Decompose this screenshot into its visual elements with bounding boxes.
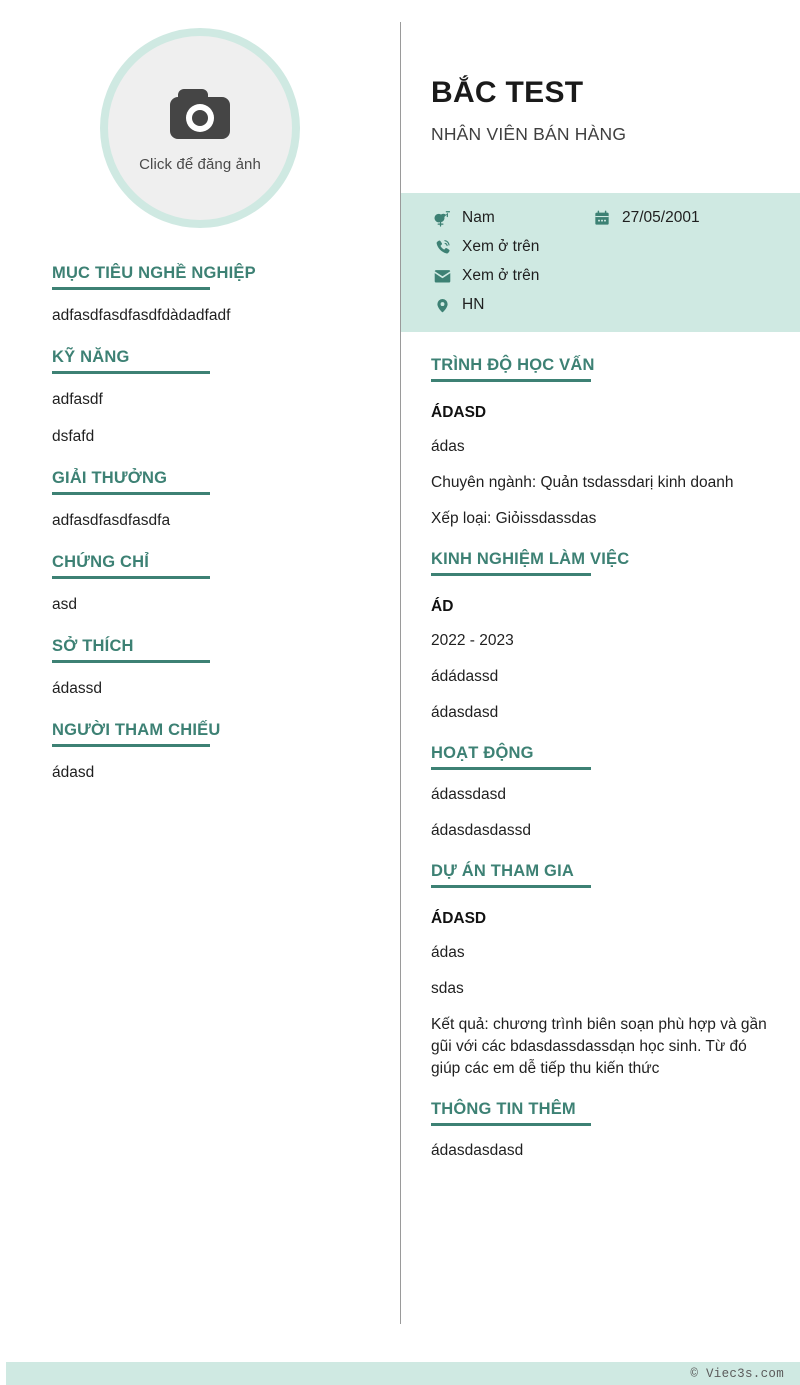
- photo-upload-caption: Click để đăng ảnh: [139, 156, 261, 173]
- section-activities: HOẠT ĐỘNG ádassdasd ádasdasdassd: [431, 744, 772, 842]
- section-heading: KỸ NĂNG: [52, 348, 130, 366]
- section-line: adfasdf: [52, 391, 103, 408]
- heading-underline: [52, 371, 210, 374]
- section-heading: DỰ ÁN THAM GIA: [431, 862, 574, 880]
- copyright-text: © Viec3s.com: [690, 1366, 784, 1381]
- heading-underline: [52, 576, 210, 579]
- section-heading: SỞ THÍCH: [52, 637, 134, 655]
- cv-two-column-body: Click để đăng ảnh MỤC TIÊU NGHỀ NGHIỆP a…: [0, 0, 800, 1340]
- section-line: asd: [52, 596, 77, 613]
- calendar-icon: [593, 209, 611, 227]
- section-awards: GIẢI THƯỞNG adfasdfasdfasdfa: [52, 469, 400, 532]
- heading-underline: [431, 1123, 591, 1126]
- heading-underline: [431, 573, 591, 576]
- section-heading: THÔNG TIN THÊM: [431, 1100, 576, 1118]
- contact-email-value: Xem ở trên: [462, 267, 540, 284]
- section-line: ádassdasd: [431, 786, 506, 803]
- job-title: NHÂN VIÊN BÁN HÀNG: [431, 124, 627, 144]
- heading-underline: [431, 379, 591, 382]
- section-references: NGƯỜI THAM CHIẾU ádasd: [52, 721, 400, 784]
- cv-page: Click để đăng ảnh MỤC TIÊU NGHỀ NGHIỆP a…: [0, 0, 800, 1385]
- contact-phone: Xem ở trên: [433, 238, 800, 256]
- contact-gender: Nam: [433, 209, 593, 227]
- section-projects: DỰ ÁN THAM GIA ÁDASD ádas sdas Kết quả: …: [431, 862, 772, 1080]
- heading-underline: [431, 885, 591, 888]
- section-heading: GIẢI THƯỞNG: [52, 469, 168, 487]
- heading-underline: [52, 492, 210, 495]
- photo-upload-area: Click để đăng ảnh: [0, 28, 400, 228]
- section-heading: TRÌNH ĐỘ HỌC VẤN: [431, 356, 595, 374]
- entry-title: ÁD: [431, 598, 454, 615]
- section-heading: HOẠT ĐỘNG: [431, 744, 534, 762]
- section-additional-info: THÔNG TIN THÊM ádasdasdasd: [431, 1100, 772, 1162]
- entry-title: ÁDASD: [431, 910, 487, 927]
- left-sections-list: MỤC TIÊU NGHỀ NGHIỆP adfasdfasdfasdfdàda…: [0, 228, 400, 784]
- section-line: ádasdasdasd: [431, 1142, 524, 1159]
- section-line: ádádassd: [431, 668, 499, 685]
- right-column: BẮC TEST NHÂN VIÊN BÁN HÀNG Nam 27/05/20…: [401, 0, 800, 1340]
- entry-title: ÁDASD: [431, 404, 487, 421]
- section-line: Xếp loại: Giỏissdassdas: [431, 510, 597, 527]
- section-hobbies: SỞ THÍCH ádassd: [52, 637, 400, 700]
- section-line: ádasd: [52, 764, 95, 781]
- contact-location: HN: [433, 296, 800, 314]
- section-line: ádasdasd: [431, 704, 499, 721]
- section-skills: KỸ NĂNG adfasdf dsfafd: [52, 348, 400, 448]
- section-work-experience: KINH NGHIỆM LÀM VIỆC ÁD 2022 - 2023 ádád…: [431, 550, 772, 724]
- location-pin-icon: [433, 296, 451, 314]
- section-line: 2022 - 2023: [431, 632, 514, 649]
- contact-grid: Nam 27/05/2001 Xem ở trên Xem ở trên HN: [401, 209, 800, 314]
- envelope-icon: [433, 267, 451, 285]
- section-line: sdas: [431, 980, 464, 997]
- section-line: ádas: [431, 944, 465, 961]
- section-line: ádasdasdassd: [431, 822, 531, 839]
- section-heading: KINH NGHIỆM LÀM VIỆC: [431, 550, 630, 568]
- heading-underline: [431, 767, 591, 770]
- heading-underline: [52, 660, 210, 663]
- section-line: Chuyên ngành: Quản tsdassdarị kinh doanh: [431, 474, 734, 491]
- heading-underline: [52, 744, 210, 747]
- section-heading: MỤC TIÊU NGHỀ NGHIỆP: [52, 264, 256, 282]
- gender-icon: [433, 209, 451, 227]
- section-line: adfasdfasdfasdfdàdadfadf: [52, 307, 231, 324]
- section-certificates: CHỨNG CHỈ asd: [52, 553, 400, 616]
- name-header: BẮC TEST NHÂN VIÊN BÁN HÀNG: [401, 0, 800, 145]
- contact-birthday-value: 27/05/2001: [622, 209, 700, 226]
- heading-underline: [52, 287, 210, 290]
- contact-info-panel: Nam 27/05/2001 Xem ở trên Xem ở trên HN: [401, 193, 800, 332]
- section-heading: CHỨNG CHỈ: [52, 553, 150, 571]
- section-line: ádassd: [52, 680, 102, 697]
- section-line: ádas: [431, 438, 465, 455]
- left-column: Click để đăng ảnh MỤC TIÊU NGHỀ NGHIỆP a…: [0, 0, 400, 1340]
- page-title: BẮC TEST: [431, 76, 584, 109]
- contact-gender-value: Nam: [462, 209, 495, 226]
- footer-bar: © Viec3s.com: [6, 1362, 800, 1385]
- camera-icon: [160, 83, 240, 152]
- section-heading: NGƯỜI THAM CHIẾU: [52, 721, 221, 739]
- right-sections-list: TRÌNH ĐỘ HỌC VẤN ÁDASD ádas Chuyên ngành…: [401, 332, 800, 1162]
- section-education: TRÌNH ĐỘ HỌC VẤN ÁDASD ádas Chuyên ngành…: [431, 356, 772, 530]
- contact-location-value: HN: [462, 296, 485, 313]
- contact-phone-value: Xem ở trên: [462, 238, 540, 255]
- section-line: dsfafd: [52, 428, 95, 445]
- contact-birthday: 27/05/2001: [593, 209, 800, 227]
- section-line: adfasdfasdfasdfa: [52, 512, 171, 529]
- contact-email: Xem ở trên: [433, 267, 800, 285]
- phone-icon: [433, 238, 451, 256]
- photo-upload-button[interactable]: Click để đăng ảnh: [100, 28, 300, 228]
- section-line: Kết quả: chương trình biên soạn phù hợp …: [431, 1016, 767, 1077]
- section-career-objective: MỤC TIÊU NGHỀ NGHIỆP adfasdfasdfasdfdàda…: [52, 264, 400, 327]
